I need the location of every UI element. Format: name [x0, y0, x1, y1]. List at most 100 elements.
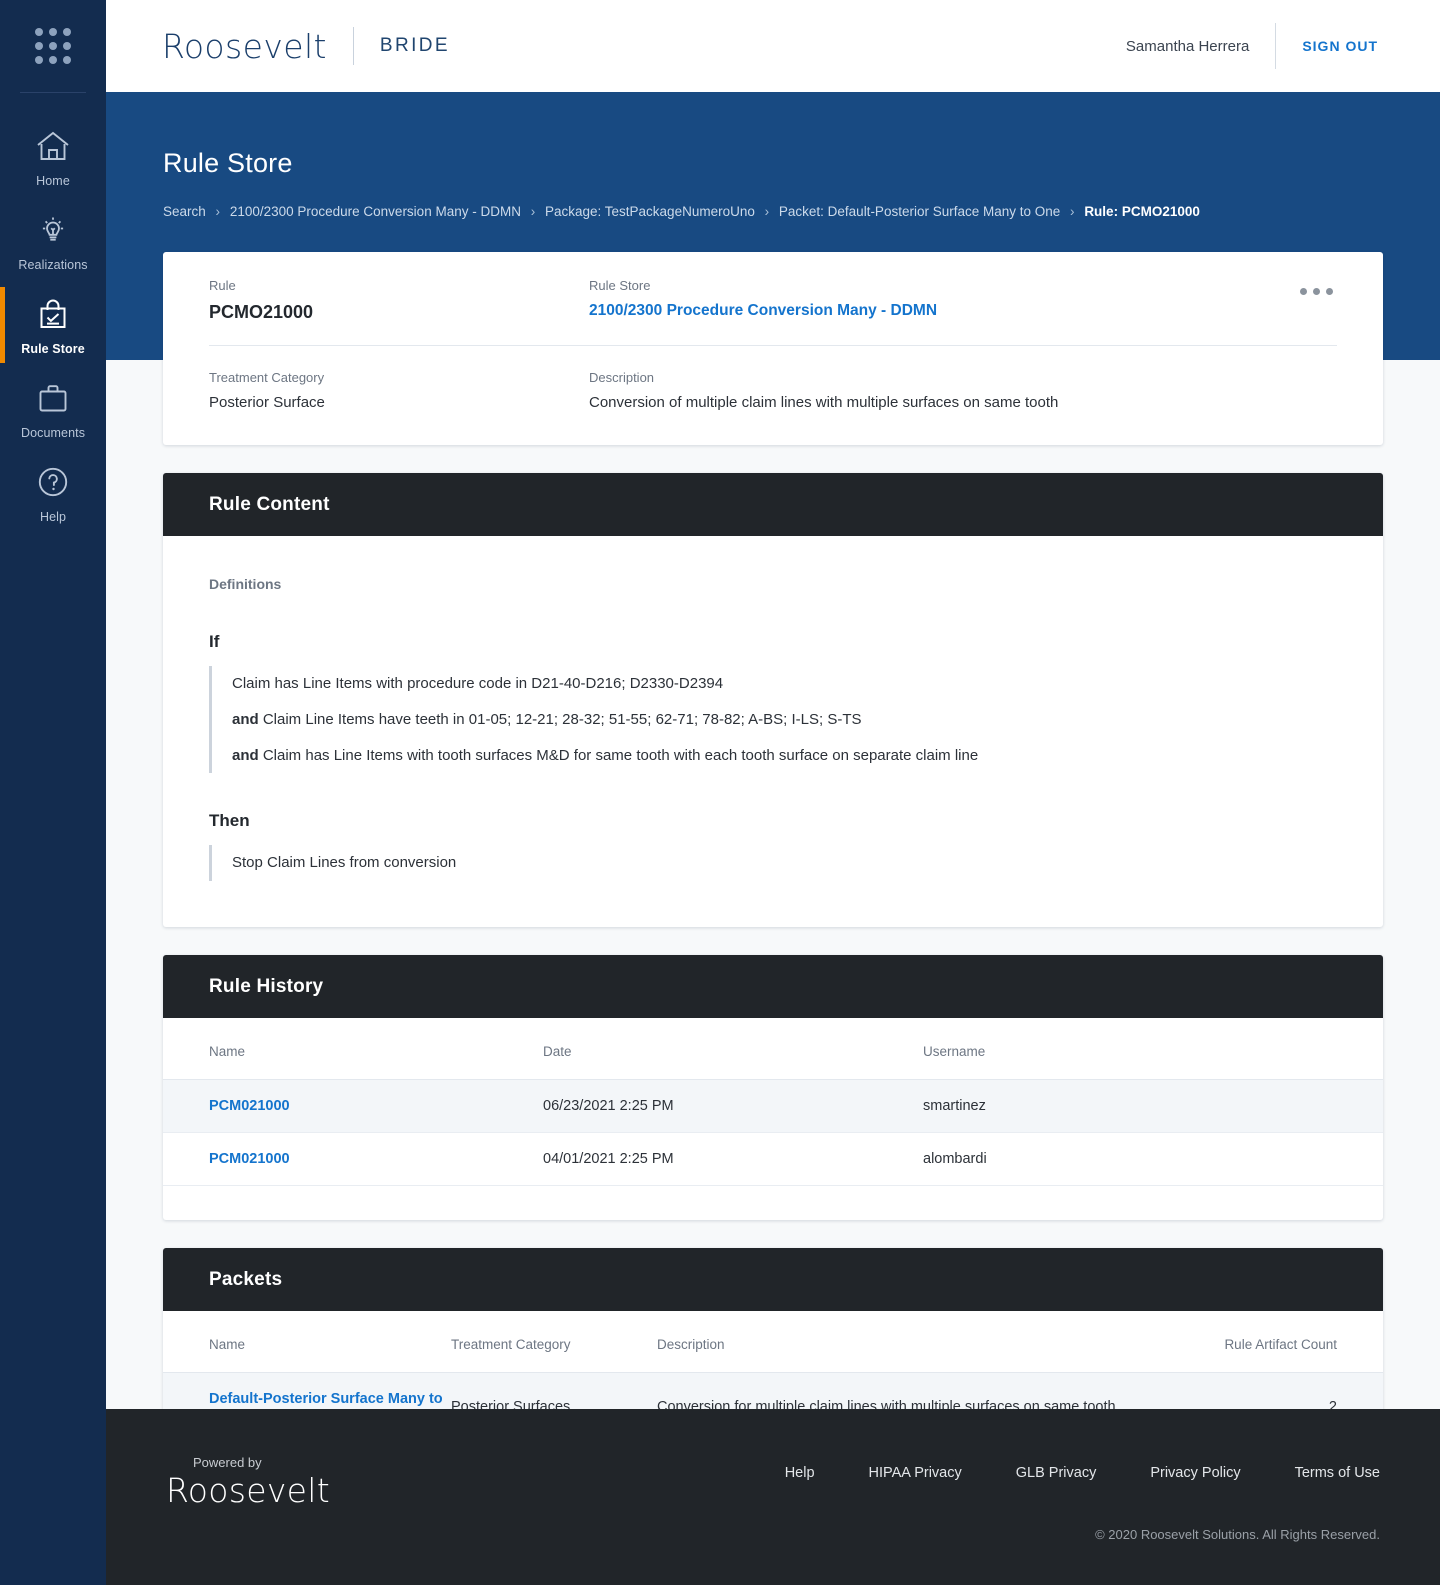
sidebar-item-realizations[interactable]: Realizations [0, 199, 106, 283]
footer-link-terms-of-use[interactable]: Terms of Use [1295, 1465, 1380, 1481]
footer-link-glb-privacy[interactable]: GLB Privacy [1016, 1465, 1097, 1481]
description-field: Description Conversion of multiple claim… [589, 370, 1337, 411]
brand-name: Roosevelt [162, 27, 327, 66]
condition-line: and Claim has Line Items with tooth surf… [232, 738, 1337, 774]
column-header-treatment-category: Treatment Category [451, 1311, 657, 1373]
table-header-row: Name Treatment Category Description Rule… [163, 1311, 1383, 1373]
rule-store-field-label: Rule Store [589, 278, 1337, 293]
rule-content-header: Rule Content [163, 473, 1383, 536]
history-date-cell: 04/01/2021 2:25 PM [543, 1133, 923, 1186]
rule-store-field: Rule Store 2100/2300 Procedure Conversio… [589, 278, 1337, 323]
rule-field: Rule PCMO21000 [209, 278, 589, 323]
sidebar: Home Realizations [0, 0, 106, 1585]
condition-conjunction: and [232, 711, 259, 728]
header-actions: Samantha Herrera SIGN OUT [1126, 23, 1440, 69]
brand-logo[interactable]: Roosevelt BRIDE [106, 27, 450, 66]
sidebar-item-documents[interactable]: Documents [0, 367, 106, 451]
treatment-category-label: Treatment Category [209, 370, 589, 385]
condition-text: Claim has Line Items with procedure code… [232, 675, 723, 692]
column-header-name: Name [163, 1018, 543, 1080]
rule-summary-card: Rule PCMO21000 Rule Store 2100/2300 Proc… [163, 252, 1383, 445]
footer-logo: Powered by Roosevelt [166, 1455, 330, 1510]
briefcase-icon [33, 378, 73, 418]
sidebar-item-label: Rule Store [21, 342, 85, 356]
rule-history-header: Rule History [163, 955, 1383, 1018]
main-content: Rule PCMO21000 Rule Store 2100/2300 Proc… [106, 92, 1440, 1557]
sidebar-item-label: Realizations [18, 258, 87, 272]
footer-brand-name: Roosevelt [166, 1471, 330, 1510]
rule-field-label: Rule [209, 278, 589, 293]
table-row[interactable]: PCM021000 06/23/2021 2:25 PM smartinez [163, 1080, 1383, 1133]
rule-summary-row-bottom: Treatment Category Posterior Surface Des… [209, 346, 1337, 411]
powered-by-label: Powered by [166, 1455, 330, 1470]
table-header-row: Name Date Username [163, 1018, 1383, 1080]
kebab-menu-icon[interactable] [1300, 288, 1333, 295]
then-label: Then [209, 811, 1337, 831]
condition-conjunction: and [232, 747, 259, 764]
condition-text: Claim Line Items have teeth in 01-05; 12… [263, 711, 862, 728]
app-launcher-button[interactable] [0, 0, 106, 92]
table-body: PCM021000 06/23/2021 2:25 PM smartinez P… [163, 1080, 1383, 1186]
lightbulb-icon [33, 210, 73, 250]
sidebar-nav: Home Realizations [0, 93, 106, 535]
page-footer: Powered by Roosevelt Help HIPAA Privacy … [106, 1409, 1440, 1585]
product-name: BRIDE [380, 35, 450, 57]
column-header-date: Date [543, 1018, 923, 1080]
condition-line: Claim has Line Items with procedure code… [232, 666, 1337, 702]
description-label: Description [589, 370, 1337, 385]
history-name-link[interactable]: PCM021000 [209, 1151, 290, 1167]
sidebar-item-home[interactable]: Home [0, 115, 106, 199]
sidebar-item-rule-store[interactable]: Rule Store [0, 283, 106, 367]
footer-link-help[interactable]: Help [785, 1465, 815, 1481]
rule-store-link[interactable]: 2100/2300 Procedure Conversion Many - DD… [589, 302, 1337, 320]
rule-content-body: Definitions If Claim has Line Items with… [163, 536, 1383, 927]
then-actions: Stop Claim Lines from conversion [209, 845, 1337, 881]
rule-summary-row-top: Rule PCMO21000 Rule Store 2100/2300 Proc… [209, 278, 1337, 346]
section-title: Rule Content [209, 494, 330, 516]
app-root: Home Realizations [0, 0, 1440, 1585]
sidebar-item-label: Documents [21, 426, 85, 440]
brand-divider [353, 27, 354, 65]
if-label: If [209, 632, 1337, 652]
footer-link-hipaa-privacy[interactable]: HIPAA Privacy [869, 1465, 962, 1481]
table-row[interactable]: PCM021000 04/01/2021 2:25 PM alombardi [163, 1133, 1383, 1186]
sidebar-item-label: Help [40, 510, 66, 524]
rule-field-value: PCMO21000 [209, 302, 589, 323]
history-name-cell: PCM021000 [163, 1133, 543, 1186]
section-title: Rule History [209, 976, 323, 998]
history-username-cell: smartinez [923, 1080, 1383, 1133]
app-grid-icon [35, 28, 71, 64]
condition-line: and Claim Line Items have teeth in 01-05… [232, 702, 1337, 738]
if-conditions: Claim has Line Items with procedure code… [209, 666, 1337, 773]
history-name-cell: PCM021000 [163, 1080, 543, 1133]
rule-history-table: Name Date Username PCM021000 06/23/2021 … [163, 1018, 1383, 1186]
header-divider [1275, 23, 1276, 69]
column-header-description: Description [657, 1311, 1183, 1373]
shopping-bag-check-icon [33, 294, 73, 334]
history-name-link[interactable]: PCM021000 [209, 1098, 290, 1114]
treatment-category-field: Treatment Category Posterior Surface [209, 370, 589, 411]
footer-links: Help HIPAA Privacy GLB Privacy Privacy P… [785, 1465, 1380, 1481]
table-head: Name Treatment Category Description Rule… [163, 1311, 1383, 1373]
action-text: Stop Claim Lines from conversion [232, 854, 456, 871]
packets-header: Packets [163, 1248, 1383, 1311]
sign-out-button[interactable]: SIGN OUT [1302, 38, 1378, 54]
treatment-category-value: Posterior Surface [209, 394, 589, 411]
top-header: Roosevelt BRIDE Samantha Herrera SIGN OU… [106, 0, 1440, 92]
column-header-username: Username [923, 1018, 1383, 1080]
condition-text: Claim has Line Items with tooth surfaces… [263, 747, 978, 764]
definitions-label: Definitions [209, 576, 1337, 592]
history-date-cell: 06/23/2021 2:25 PM [543, 1080, 923, 1133]
table-footer-spacer [163, 1186, 1383, 1220]
footer-link-privacy-policy[interactable]: Privacy Policy [1150, 1465, 1240, 1481]
question-circle-icon [33, 462, 73, 502]
copyright-text: © 2020 Roosevelt Solutions. All Rights R… [1095, 1527, 1380, 1542]
sidebar-item-help[interactable]: Help [0, 451, 106, 535]
home-icon [33, 126, 73, 166]
action-line: Stop Claim Lines from conversion [232, 845, 1337, 881]
history-username-cell: alombardi [923, 1133, 1383, 1186]
rule-history-card: Rule History Name Date Username PCM02 [163, 955, 1383, 1220]
rule-content-card: Rule Content Definitions If Claim has Li… [163, 473, 1383, 927]
column-header-rule-artifact-count: Rule Artifact Count [1183, 1311, 1383, 1373]
user-name: Samantha Herrera [1126, 38, 1249, 55]
